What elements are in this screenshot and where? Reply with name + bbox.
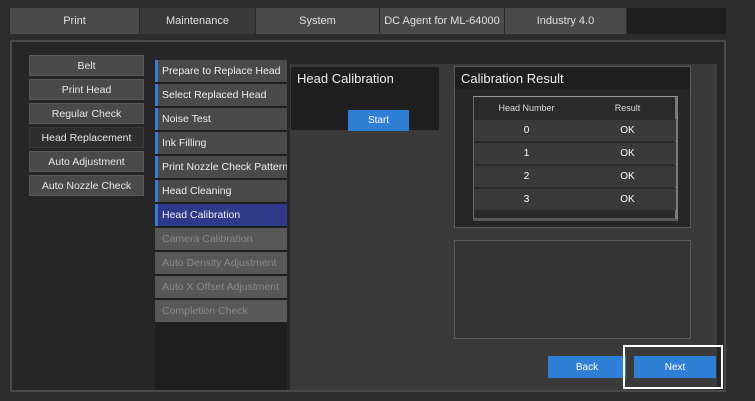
sidebar-item-head-replacement[interactable]: Head Replacement bbox=[29, 127, 144, 148]
column-header-result: Result bbox=[614, 103, 641, 113]
start-button[interactable]: Start bbox=[348, 110, 409, 131]
head-number-cell: 1 bbox=[523, 148, 530, 159]
step-auto-x-offset-adjustment: Auto X Offset Adjustment bbox=[155, 276, 287, 298]
top-tab-bar: Print Maintenance System DC Agent for ML… bbox=[10, 8, 726, 34]
back-button[interactable]: Back bbox=[548, 356, 626, 378]
table-row: 0 OK bbox=[474, 119, 676, 141]
head-number-cell: 2 bbox=[523, 171, 530, 182]
sidebar-item-auto-nozzle-check[interactable]: Auto Nozzle Check bbox=[29, 175, 144, 196]
next-button[interactable]: Next bbox=[634, 356, 716, 378]
result-cell: OK bbox=[620, 148, 635, 159]
tab-dc-agent[interactable]: DC Agent for ML-64000 bbox=[380, 8, 505, 34]
step-auto-density-adjustment: Auto Density Adjustment bbox=[155, 252, 287, 274]
sidebar-item-auto-adjustment[interactable]: Auto Adjustment bbox=[29, 151, 144, 172]
table-row: 3 OK bbox=[474, 188, 676, 210]
step-select-replaced-head[interactable]: Select Replaced Head bbox=[155, 84, 287, 106]
tab-system[interactable]: System bbox=[256, 8, 380, 34]
calibration-result-title: Calibration Result bbox=[455, 67, 690, 89]
result-table-header: Head Number Result bbox=[474, 97, 676, 119]
step-prepare-to-replace-head[interactable]: Prepare to Replace Head bbox=[155, 60, 287, 82]
table-row: 1 OK bbox=[474, 142, 676, 164]
step-camera-calibration: Camera Calibration bbox=[155, 228, 287, 250]
head-number-cell: 3 bbox=[523, 194, 530, 205]
sidebar: Belt Print Head Regular Check Head Repla… bbox=[29, 55, 144, 199]
head-calibration-title: Head Calibration bbox=[297, 70, 394, 86]
calibration-result-panel: Calibration Result Head Number Result 0 … bbox=[454, 66, 691, 228]
step-ink-filling[interactable]: Ink Filling bbox=[155, 132, 287, 154]
sidebar-item-belt[interactable]: Belt bbox=[29, 55, 144, 76]
tab-bar-filler bbox=[627, 8, 726, 34]
step-head-cleaning[interactable]: Head Cleaning bbox=[155, 180, 287, 202]
step-noise-test[interactable]: Noise Test bbox=[155, 108, 287, 130]
result-cell: OK bbox=[620, 194, 635, 205]
tab-maintenance[interactable]: Maintenance bbox=[140, 8, 256, 34]
result-table: Head Number Result 0 OK 1 OK 2 OK 3 OK bbox=[473, 96, 678, 221]
tab-industry-4[interactable]: Industry 4.0 bbox=[505, 8, 627, 34]
step-list: Prepare to Replace Head Select Replaced … bbox=[155, 60, 287, 390]
result-cell: OK bbox=[620, 171, 635, 182]
tab-print[interactable]: Print bbox=[10, 8, 140, 34]
step-completion-check: Completion Check bbox=[155, 300, 287, 322]
result-cell: OK bbox=[620, 125, 635, 136]
sidebar-item-print-head[interactable]: Print Head bbox=[29, 79, 144, 100]
step-print-nozzle-check-pattern[interactable]: Print Nozzle Check Pattern bbox=[155, 156, 287, 178]
column-header-head-number: Head Number bbox=[498, 103, 555, 113]
head-number-cell: 0 bbox=[523, 125, 530, 136]
message-area bbox=[454, 240, 691, 339]
table-row: 2 OK bbox=[474, 165, 676, 187]
step-head-calibration[interactable]: Head Calibration bbox=[155, 204, 287, 226]
sidebar-item-regular-check[interactable]: Regular Check bbox=[29, 103, 144, 124]
